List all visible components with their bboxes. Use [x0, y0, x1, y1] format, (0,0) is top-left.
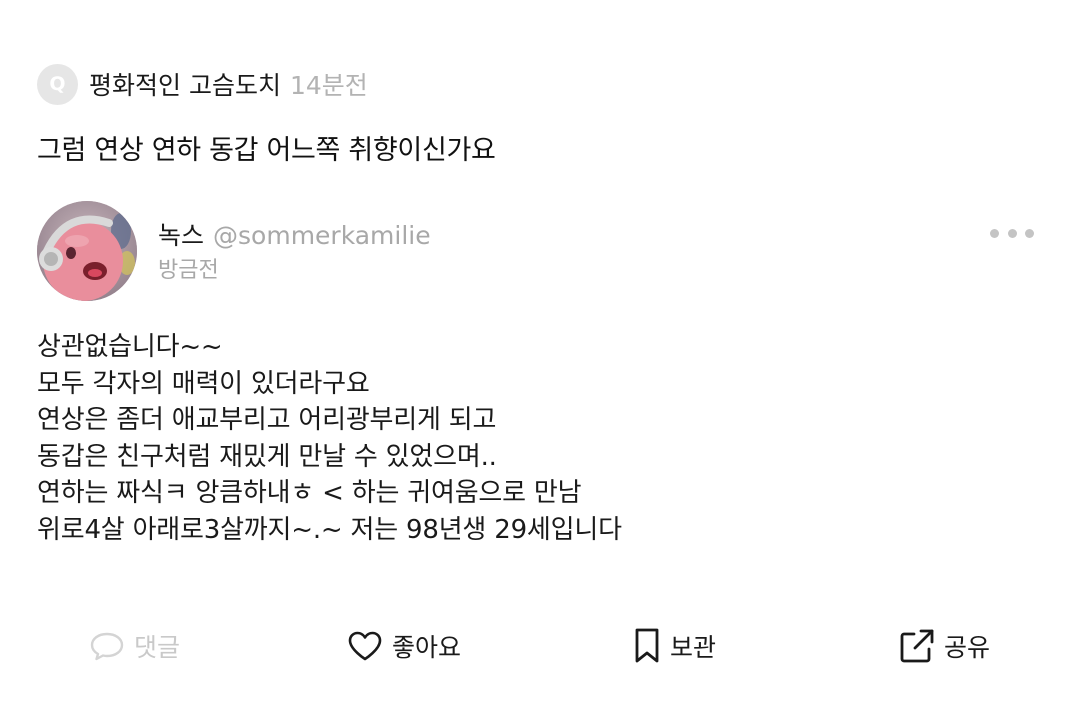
answer-body-line: 동갑은 친구처럼 재밌게 만날 수 있었으며.. — [37, 441, 497, 472]
like-label: 좋아요 — [392, 633, 462, 662]
external-share-icon — [899, 628, 935, 664]
more-horizontal-icon-dot — [1025, 228, 1034, 238]
more-options-button[interactable] — [990, 222, 1034, 244]
question-badge: Q — [37, 63, 78, 105]
question-header: Q 평화적인 고슴도치 14분전 — [37, 62, 368, 106]
answer-body-line: 연상은 좀더 애교부리고 어리광부리게 되고 — [37, 405, 497, 435]
like-button[interactable]: 좋아요 — [347, 624, 461, 668]
answer-body-line: 상관없습니다~~ — [37, 332, 223, 362]
answer-time: 방금전 — [158, 258, 219, 283]
more-horizontal-icon — [990, 228, 999, 238]
heart-icon — [347, 630, 383, 662]
answer-handle[interactable]: @sommerkamilie — [213, 221, 431, 250]
share-label: 공유 — [944, 633, 991, 662]
answer-body-line: 연하는 짜식ㅋ 앙큼하내ㅎ < 하는 귀여움으로 만남 — [37, 478, 582, 508]
question-author[interactable]: 평화적인 고슴도치 — [89, 66, 281, 102]
answer-body-line: 위로4살 아래로3살까지~.~ 저는 98년생 29세입니다 — [37, 514, 622, 545]
speech-bubble-icon — [89, 630, 125, 662]
answer-nickname[interactable]: 녹스 — [158, 216, 204, 252]
answer-author-row: 녹스 @sommerkamilie — [158, 216, 431, 252]
question-time: 14분전 — [289, 71, 368, 100]
share-button[interactable]: 공유 — [899, 624, 990, 668]
save-button[interactable]: 보관 — [633, 624, 716, 668]
answer-body: 상관없습니다~~ 모두 각자의 매력이 있더라구요 연상은 좀더 애교부리고 어… — [37, 329, 1037, 548]
avatar[interactable] — [37, 201, 137, 301]
answer-body-line: 모두 각자의 매력이 있더라구요 — [37, 368, 370, 399]
save-label: 보관 — [670, 633, 717, 662]
bookmark-icon — [633, 627, 661, 665]
more-horizontal-icon-dot — [1007, 228, 1017, 238]
avatar-image — [37, 201, 137, 301]
comment-label: 댓글 — [134, 633, 181, 662]
comment-button[interactable]: 댓글 — [89, 624, 180, 668]
post-page: Q 평화적인 고슴도치 14분전 그럼 연상 연하 동갑 어느쪽 취향이신가요 — [0, 0, 1080, 727]
question-text: 그럼 연상 연하 동갑 어느쪽 취향이신가요 — [37, 135, 496, 166]
